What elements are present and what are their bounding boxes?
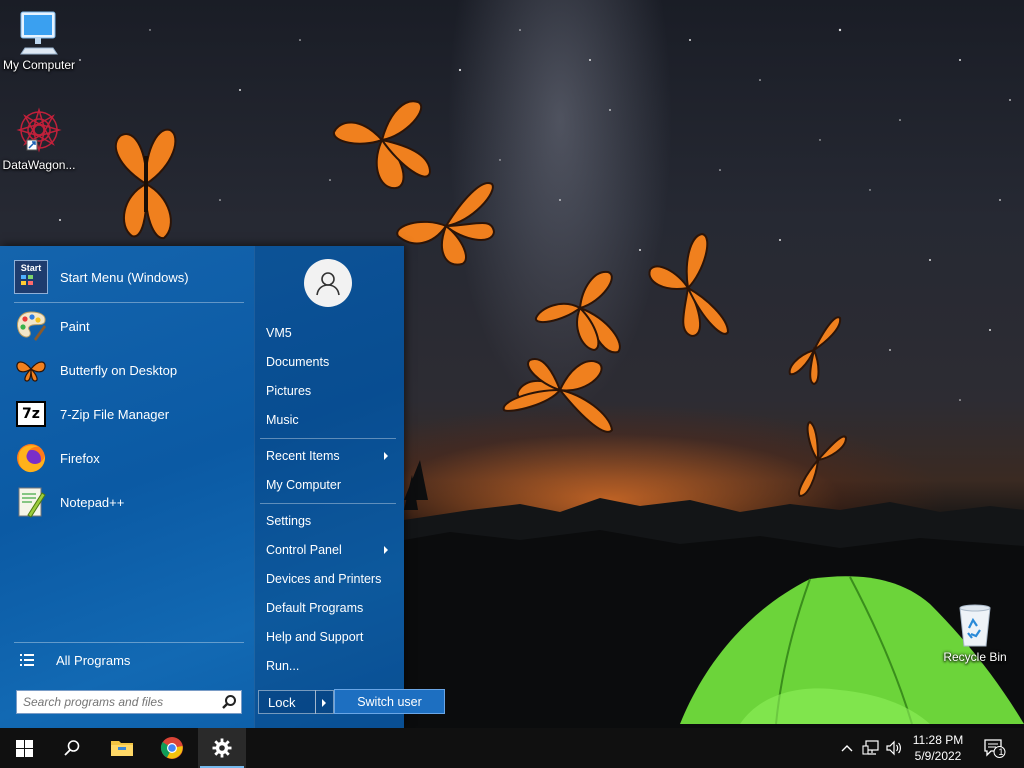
desktop-icon-label: Recycle Bin	[943, 650, 1007, 664]
right-item-music[interactable]: Music	[266, 408, 400, 432]
7zip-icon: 7z	[14, 397, 48, 431]
pinned-item-label: 7-Zip File Manager	[60, 406, 170, 422]
start-icon-text: Start	[20, 263, 42, 273]
all-programs-label: All Programs	[56, 652, 131, 668]
desktop-icon-my-computer[interactable]: My Computer	[0, 8, 79, 72]
list-icon	[20, 654, 34, 666]
chevron-right-icon	[384, 452, 388, 460]
clock-date: 5/9/2022	[914, 749, 962, 763]
right-item-pictures[interactable]: Pictures	[266, 379, 400, 403]
pinned-item-paint[interactable]: Paint	[14, 306, 244, 346]
notepadpp-icon	[14, 485, 48, 519]
pinned-item-label: Start Menu (Windows)	[60, 269, 189, 285]
right-item-control-panel[interactable]: Control Panel	[266, 538, 400, 562]
taskbar-file-explorer[interactable]	[98, 728, 146, 768]
separator	[260, 503, 396, 504]
volume-tray-button[interactable]	[884, 738, 904, 758]
taskbar: 11:28 PM 5/9/2022 1	[0, 728, 1024, 768]
user-icon	[316, 272, 340, 296]
right-item-recent-items[interactable]: Recent Items	[266, 444, 400, 468]
chrome-icon	[160, 737, 183, 759]
pinned-item-butterfly[interactable]: Butterfly on Desktop	[14, 350, 244, 390]
search-box[interactable]	[16, 690, 242, 714]
clock-time: 11:28 PM	[912, 733, 964, 747]
all-programs-button[interactable]: All Programs	[16, 648, 244, 672]
pinned-item-notepadpp[interactable]: Notepad++	[14, 482, 244, 522]
search-input[interactable]	[17, 691, 207, 713]
right-item-devices-printers[interactable]: Devices and Printers	[266, 567, 400, 591]
right-item-label: Documents	[266, 355, 330, 369]
separator	[14, 642, 244, 643]
lock-button[interactable]: Lock	[258, 690, 316, 714]
pinned-item-label: Firefox	[60, 450, 100, 466]
right-item-label: Recent Items	[266, 449, 340, 463]
right-item-documents[interactable]: Documents	[266, 350, 400, 374]
butterfly-icon	[14, 353, 48, 387]
taskbar-settings[interactable]	[198, 728, 246, 768]
right-item-settings[interactable]: Settings	[266, 509, 400, 533]
start-menu-app-icon: Start	[14, 260, 48, 294]
taskbar-chrome[interactable]	[148, 728, 196, 768]
windows-logo-icon	[15, 739, 33, 757]
lock-label: Lock	[268, 694, 296, 710]
right-item-label: Settings	[266, 514, 312, 528]
search-icon[interactable]	[221, 694, 237, 710]
right-item-label: VM5	[266, 326, 292, 340]
pinned-item-label: Notepad++	[60, 494, 125, 510]
right-item-label: Music	[266, 413, 299, 427]
right-item-run[interactable]: Run...	[266, 654, 400, 678]
start-button[interactable]	[0, 728, 48, 768]
switch-user-label: Switch user	[357, 694, 422, 709]
right-item-default-programs[interactable]: Default Programs	[266, 596, 400, 620]
recycle-bin-icon	[959, 604, 991, 647]
right-item-label: Devices and Printers	[266, 572, 382, 586]
system-clock[interactable]: 11:28 PM 5/9/2022	[906, 732, 970, 764]
pinned-item-7zip[interactable]: 7z 7-Zip File Manager	[14, 394, 244, 434]
speaker-icon	[886, 740, 901, 756]
notification-count-badge: 1	[998, 747, 1004, 757]
desktop-icon-label: My Computer	[2, 58, 76, 72]
firefox-icon	[14, 441, 48, 475]
pinned-item-label: Butterfly on Desktop	[60, 362, 178, 378]
mandala-shortcut-icon	[16, 107, 62, 153]
chevron-up-icon	[841, 745, 853, 752]
power-options-arrow-button[interactable]	[315, 690, 334, 714]
chevron-right-icon	[384, 546, 388, 554]
right-item-label: My Computer	[266, 478, 342, 492]
right-item-help-support[interactable]: Help and Support	[266, 625, 400, 649]
right-item-user[interactable]: VM5	[266, 321, 400, 345]
monitor-icon	[20, 11, 58, 55]
right-item-label: Default Programs	[266, 601, 364, 615]
right-item-label: Pictures	[266, 384, 312, 398]
pinned-item-label: Paint	[60, 318, 90, 334]
network-tray-button[interactable]	[861, 738, 881, 758]
search-icon	[64, 740, 80, 756]
7zip-icon-text: 7z	[16, 401, 46, 427]
separator	[260, 438, 396, 439]
paint-palette-icon	[14, 309, 48, 343]
user-avatar[interactable]	[304, 259, 352, 307]
pinned-item-start-menu-windows[interactable]: Start Start Menu (Windows)	[14, 257, 244, 297]
show-hidden-icons-chevron[interactable]	[837, 738, 857, 758]
right-item-label: Control Panel	[266, 543, 342, 557]
pinned-item-firefox[interactable]: Firefox	[14, 438, 244, 478]
right-item-label: Help and Support	[266, 630, 364, 644]
switch-user-menu-item[interactable]: Switch user	[334, 689, 445, 714]
desktop-icon-datawagon[interactable]: DataWagon...	[0, 106, 79, 172]
desktop-icon-recycle-bin[interactable]: Recycle Bin	[935, 600, 1015, 664]
right-item-my-computer[interactable]: My Computer	[266, 473, 400, 497]
desktop-icon-label: DataWagon...	[2, 158, 76, 172]
taskbar-search-button[interactable]	[48, 728, 96, 768]
file-explorer-icon	[111, 741, 133, 756]
right-item-label: Run...	[266, 659, 300, 673]
gear-icon	[212, 738, 232, 758]
network-icon	[862, 740, 879, 755]
action-center-button[interactable]: 1	[983, 738, 1007, 758]
separator	[14, 302, 244, 303]
